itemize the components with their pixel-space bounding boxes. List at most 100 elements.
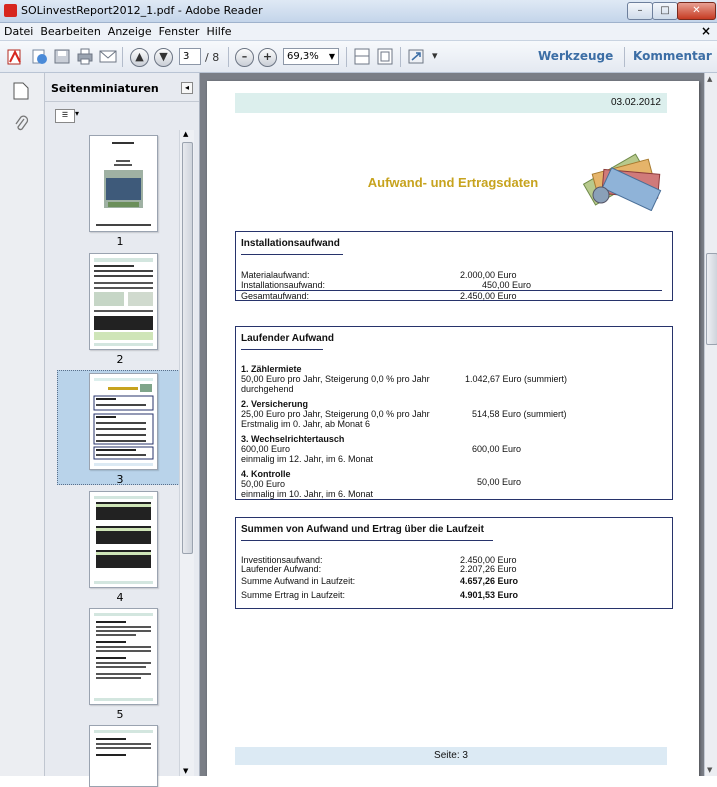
minimize-button[interactable]: – — [627, 2, 653, 20]
full-screen-icon[interactable] — [407, 48, 425, 65]
zoom-in-icon[interactable]: + — [258, 48, 277, 67]
item-name: 3. Wechselrichtertausch — [241, 434, 345, 444]
page-total: / 8 — [205, 51, 220, 64]
thumbnail-page-6[interactable] — [89, 725, 158, 787]
comment-pane-button[interactable]: Kommentar — [633, 49, 712, 63]
create-pdf-icon[interactable] — [6, 48, 24, 65]
title-underline — [241, 254, 343, 255]
item-detail: 25,00 Euro pro Jahr, Steigerung 0,0 % pr… — [241, 409, 430, 419]
menu-fenster[interactable]: Fenster — [155, 23, 203, 38]
collapse-panel-icon[interactable]: ◂ — [181, 82, 193, 94]
cost-label: Materialaufwand: — [241, 270, 310, 280]
scroll-down-icon[interactable]: ▼ — [707, 766, 712, 774]
adobe-reader-icon — [4, 4, 17, 17]
total-label: Summe Aufwand in Laufzeit: — [241, 576, 356, 586]
fit-page-icon[interactable] — [376, 48, 394, 65]
banknotes-image — [577, 151, 665, 212]
thumbnail-panel-header: Seitenminiaturen ◂ — [45, 73, 199, 102]
thumbnail-options-icon[interactable]: ☰ — [55, 109, 75, 123]
cost-label: Gesamtaufwand: — [241, 291, 310, 301]
item-detail: einmalig im 10. Jahr, im 6. Monat — [241, 489, 374, 499]
thumbnail-page-number: 2 — [116, 353, 124, 366]
print-icon[interactable] — [76, 48, 94, 65]
toolbar-separator — [624, 47, 625, 67]
thumbnail-page-1[interactable] — [89, 135, 158, 232]
zoom-select[interactable]: 69,3% ▼ — [283, 48, 339, 65]
running-cost-item: 2. Versicherung 25,00 Euro pro Jahr, Ste… — [241, 399, 667, 429]
document-scrollbar[interactable]: ▲ ▼ — [704, 73, 717, 776]
open-icon[interactable] — [30, 48, 48, 65]
cost-label: Installationsaufwand: — [241, 280, 326, 290]
box-title: Summen von Aufwand und Ertrag über die L… — [241, 524, 484, 535]
thumbnail-page-5[interactable] — [89, 608, 158, 705]
save-icon[interactable] — [53, 48, 71, 65]
total-value: 4.901,53 Euro — [460, 590, 519, 600]
menu-hilfe[interactable]: Hilfe — [202, 23, 234, 38]
page-thumbnails-icon[interactable] — [13, 82, 29, 103]
menu-datei[interactable]: Datei — [0, 23, 36, 38]
report-date: 03.02.2012 — [610, 97, 661, 108]
item-name: 1. Zählermiete — [241, 364, 302, 374]
thumbnail-scrollbar[interactable]: ▲ ▼ — [179, 130, 194, 776]
toolbar-separator — [228, 47, 229, 67]
zoom-out-icon[interactable]: – — [235, 48, 254, 67]
maximize-button[interactable]: □ — [652, 2, 678, 20]
total-value: 4.657,26 Euro — [460, 576, 519, 586]
toolbar-separator — [122, 47, 123, 67]
total-row: Summe Aufwand in Laufzeit: 4.657,26 Euro — [241, 576, 667, 586]
footer-bar: Seite: 3 — [235, 747, 667, 765]
item-value: 1.042,67 Euro (summiert) — [465, 374, 568, 384]
previous-page-icon[interactable]: ▲ — [130, 48, 149, 67]
document-view[interactable]: 03.02.2012 Aufwand- und Ertragsdaten Ins… — [200, 73, 704, 776]
scroll-down-icon[interactable]: ▼ — [183, 767, 188, 775]
installation-cost-box: Installationsaufwand Materialaufwand: 2.… — [235, 231, 673, 301]
cost-value: 2.000,00 Euro — [460, 270, 517, 280]
menu-bearbeiten[interactable]: Bearbeiten — [36, 23, 103, 38]
close-button[interactable]: ✕ — [677, 2, 716, 20]
customize-toolbar-icon[interactable]: ▾ — [432, 49, 438, 62]
item-detail: Erstmalig im 0. Jahr, ab Monat 6 — [241, 419, 371, 429]
item-value: 600,00 Euro — [472, 444, 522, 454]
cost-value: 450,00 Euro — [482, 280, 532, 290]
total-row: Summe Ertrag in Laufzeit: 4.901,53 Euro — [241, 590, 667, 600]
thumbnail-scrollbar-thumb[interactable] — [182, 142, 193, 554]
running-cost-box: Laufender Aufwand 1. Zählermiete 50,00 E… — [235, 326, 673, 500]
thumbnail-page-4[interactable] — [89, 491, 158, 588]
cost-row: Materialaufwand: 2.000,00 Euro — [241, 270, 667, 280]
attachment-icon[interactable] — [13, 115, 29, 136]
toolbar-separator — [400, 47, 401, 67]
thumbnail-page-number: 5 — [116, 708, 124, 721]
menu-anzeige[interactable]: Anzeige — [104, 23, 155, 38]
cost-value: 2.450,00 Euro — [460, 291, 517, 301]
item-detail: durchgehend — [241, 384, 294, 394]
running-cost-item: 3. Wechselrichtertausch 600,00 Euro einm… — [241, 434, 667, 464]
next-page-icon[interactable]: ▼ — [154, 48, 173, 67]
cost-row: Gesamtaufwand: 2.450,00 Euro — [241, 291, 667, 301]
page-footer: Seite: 3 — [434, 750, 468, 761]
page-number-input[interactable]: 3 — [179, 48, 201, 65]
scroll-up-icon[interactable]: ▲ — [183, 130, 188, 138]
chevron-down-icon[interactable]: ▾ — [75, 109, 79, 118]
item-name: 2. Versicherung — [241, 399, 309, 409]
tools-pane-button[interactable]: Werkzeuge — [538, 49, 613, 63]
thumbnail-page-3[interactable] — [89, 373, 158, 470]
totals-box: Summen von Aufwand und Ertrag über die L… — [235, 517, 673, 609]
box-title: Laufender Aufwand — [241, 333, 334, 344]
document-scrollbar-thumb[interactable] — [706, 253, 717, 345]
title-underline — [241, 349, 323, 350]
thumbnail-page-number: 3 — [116, 473, 124, 486]
thumbnail-page-2[interactable] — [89, 253, 158, 350]
document-close-icon[interactable]: × — [701, 24, 711, 38]
email-icon[interactable] — [99, 48, 117, 65]
item-name: 4. Kontrolle — [241, 469, 291, 479]
scroll-up-icon[interactable]: ▲ — [707, 75, 712, 83]
item-detail: 50,00 Euro pro Jahr, Steigerung 0,0 % pr… — [241, 374, 430, 384]
box-title: Installationsaufwand — [241, 238, 340, 249]
toolbar: ▲ ▼ 3 / 8 – + 69,3% ▼ ▾ Werkzeuge Kommen… — [0, 41, 717, 73]
title-bar: SOLinvestReport2012_1.pdf - Adobe Reader… — [0, 0, 717, 23]
menu-bar: Datei Bearbeiten Anzeige Fenster Hilfe × — [0, 23, 717, 41]
single-page-icon[interactable] — [353, 48, 371, 65]
item-value: 514,58 Euro (summiert) — [472, 409, 567, 419]
header-bar: 03.02.2012 — [235, 93, 667, 113]
item-detail: 600,00 Euro — [241, 444, 291, 454]
